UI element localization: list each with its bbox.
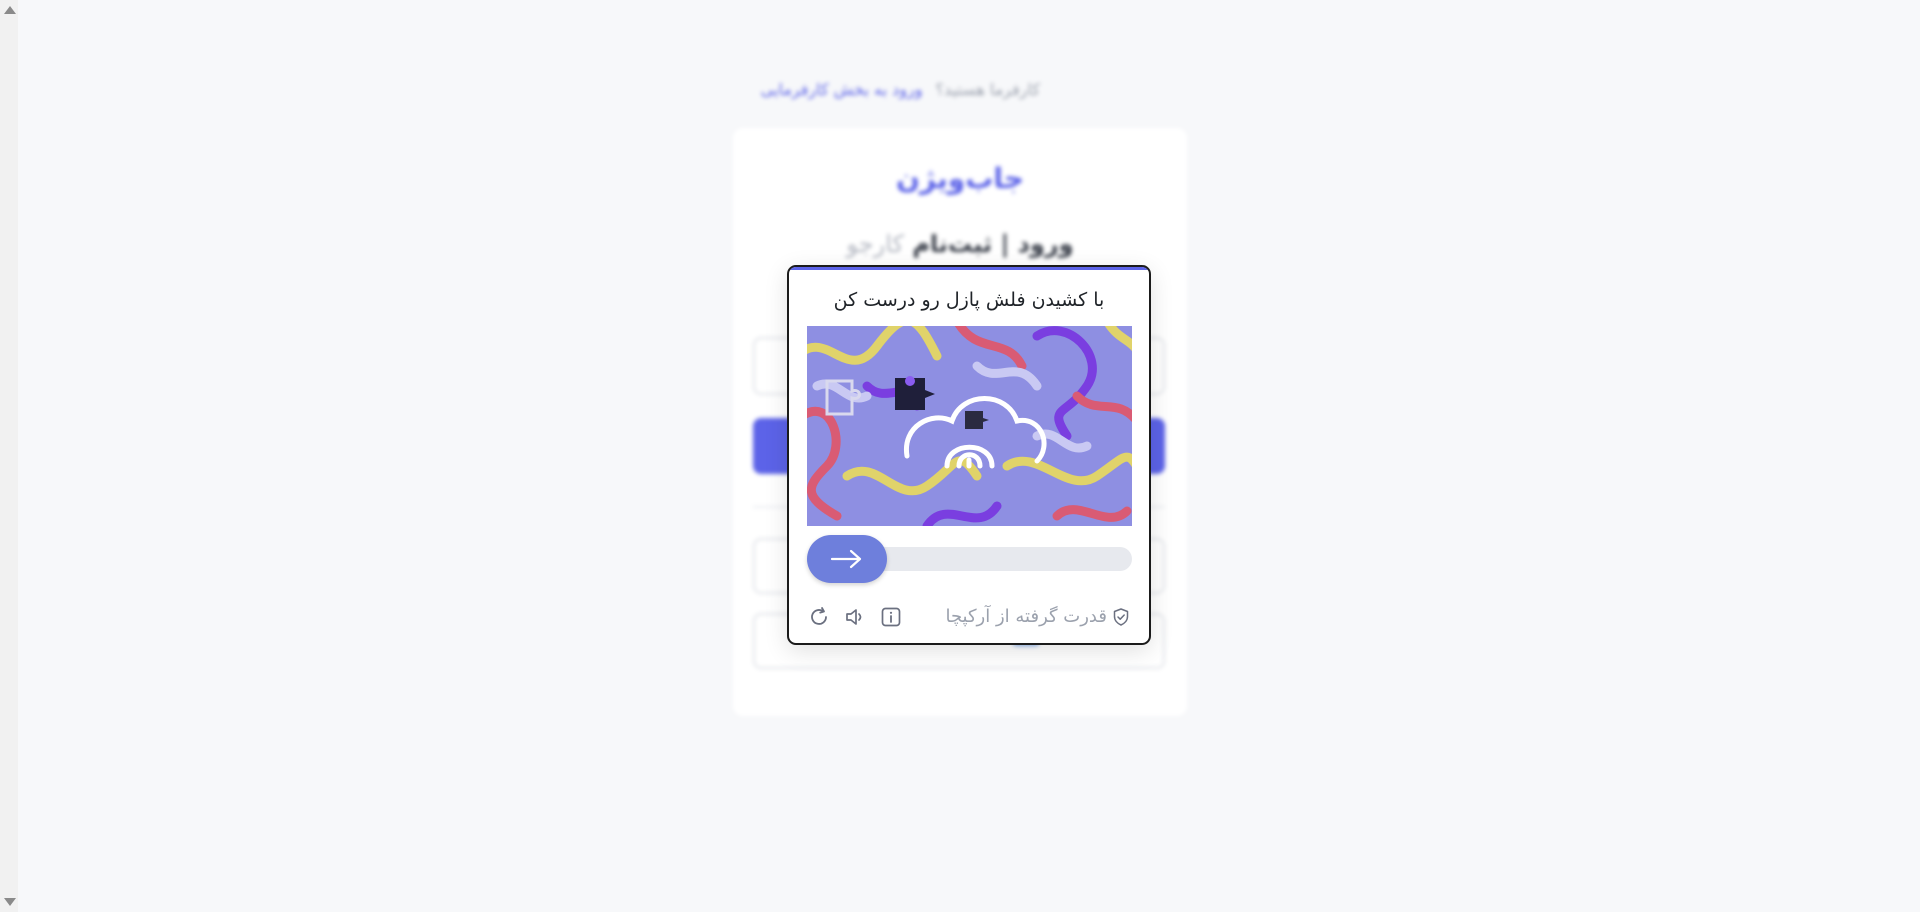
- powered-by: قدرت گرفته از آرکپچا: [945, 606, 1131, 627]
- brand-logo: جاب‌ویژن: [895, 162, 1025, 195]
- login-title-muted: کارجو: [846, 230, 904, 258]
- captcha-instruction: با کشیدن فلش پازل رو درست کن: [833, 289, 1105, 311]
- arrow-right-icon: [830, 549, 862, 569]
- captcha-footer: قدرت گرفته از آرکپچا: [807, 603, 1131, 631]
- login-title: ورود | ثبت‌نام کارجو: [733, 230, 1187, 258]
- refresh-icon[interactable]: [807, 605, 831, 629]
- slider-handle[interactable]: [807, 535, 887, 583]
- info-icon[interactable]: [879, 605, 903, 629]
- captcha-modal: با کشیدن فلش پازل رو درست کن قدرت گرفته …: [787, 265, 1151, 645]
- employer-prompt-row: کارفرما هستید؟ ورود به بخش کارفرمایی: [750, 80, 1040, 99]
- login-title-main: ورود | ثبت‌نام: [912, 230, 1074, 258]
- employer-prompt-text: کارفرما هستید؟: [935, 80, 1040, 99]
- powered-by-text: قدرت گرفته از آرکپچا: [945, 606, 1107, 627]
- employer-login-link[interactable]: ورود به بخش کارفرمایی: [761, 80, 923, 99]
- speaker-icon[interactable]: [843, 605, 867, 629]
- shield-check-icon: [1113, 607, 1129, 626]
- puzzle-pattern: [807, 326, 1132, 526]
- puzzle-image: [807, 326, 1132, 526]
